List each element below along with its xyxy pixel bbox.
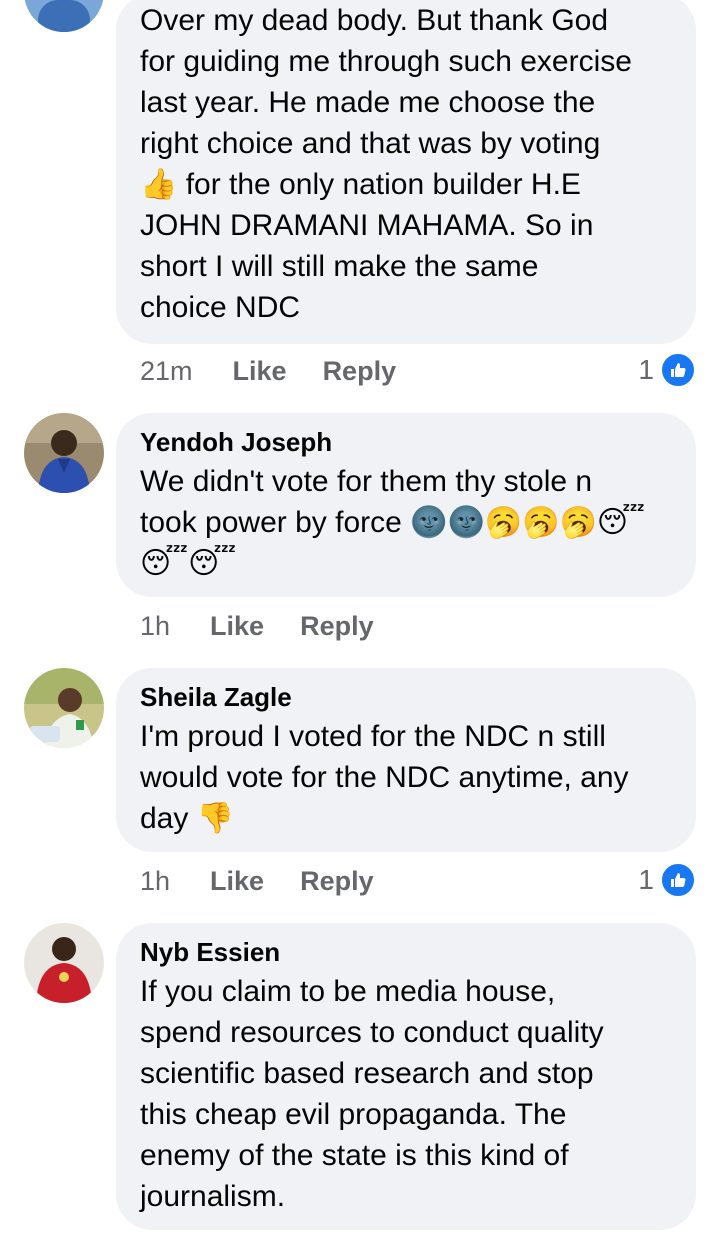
comment-bubble: Yendoh Joseph We didn't vote for them th…: [116, 413, 696, 597]
like-button[interactable]: Like: [210, 866, 264, 896]
reaction-count[interactable]: 1: [638, 862, 696, 898]
comment-text: We didn't vote for them thy stole n took…: [140, 465, 646, 580]
avatar-image: [24, 0, 104, 32]
comment-text: Over my dead body. But thank God for gui…: [140, 4, 632, 324]
reply-button[interactable]: Reply: [323, 356, 397, 386]
comment-author[interactable]: Nyb Essien: [140, 937, 672, 967]
comment-timestamp[interactable]: 1h: [140, 611, 170, 641]
reaction-number: 1: [638, 864, 654, 895]
comment-timestamp[interactable]: 1h: [140, 866, 170, 896]
reply-button[interactable]: Reply: [300, 611, 374, 641]
comment-bubble: Over my dead body. But thank God for gui…: [116, 0, 696, 344]
comment-text: I'm proud I voted for the NDC n still wo…: [140, 720, 629, 835]
comment-bubble: Nyb Essien If you claim to be media hous…: [116, 923, 696, 1230]
like-button[interactable]: Like: [210, 611, 264, 641]
like-button[interactable]: Like: [233, 356, 287, 386]
comment-bubble: Sheila Zagle I'm proud I voted for the N…: [116, 668, 696, 852]
avatar[interactable]: [24, 0, 104, 32]
reaction-number: 1: [638, 354, 654, 385]
reply-button[interactable]: Reply: [300, 866, 374, 896]
avatar[interactable]: [24, 413, 104, 493]
like-icon: [660, 862, 696, 898]
like-icon: [660, 352, 696, 388]
avatar-image: [24, 668, 104, 748]
avatar-image: [24, 413, 104, 493]
avatar-image: [24, 923, 104, 1003]
comment-text: If you claim to be media house, spend re…: [140, 975, 604, 1213]
comment-author[interactable]: Sheila Zagle: [140, 682, 672, 712]
comment-timestamp[interactable]: 21m: [140, 356, 193, 386]
reaction-count[interactable]: 1: [638, 352, 696, 388]
avatar[interactable]: [24, 923, 104, 1003]
comment-actions: 1h Like Reply: [140, 608, 410, 644]
comment-author[interactable]: Yendoh Joseph: [140, 427, 672, 457]
comment-actions: 21m Like Reply: [140, 353, 432, 389]
avatar[interactable]: [24, 668, 104, 748]
comment-actions: 1h Like Reply: [140, 863, 410, 899]
